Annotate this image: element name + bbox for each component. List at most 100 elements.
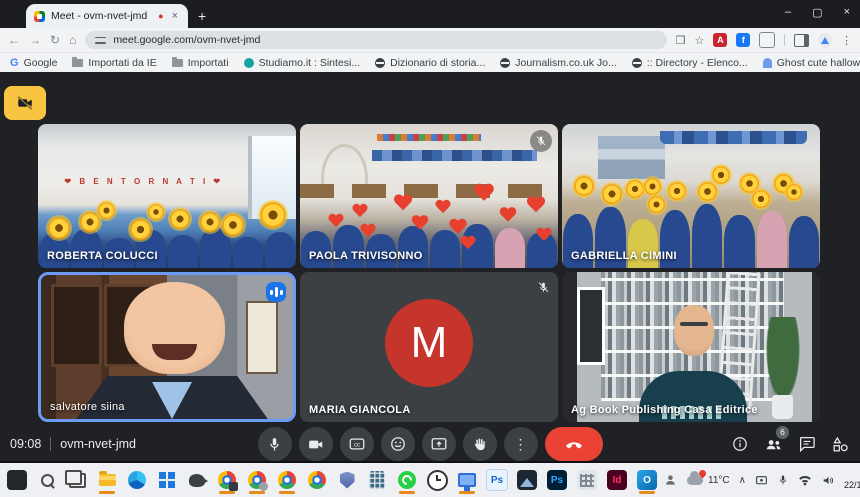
photo-app-button[interactable]	[514, 466, 540, 494]
bookmark-importati[interactable]: Importati	[172, 57, 229, 69]
info-icon	[731, 435, 749, 453]
indesign-button[interactable]: Id	[604, 466, 630, 494]
calendar-app-button[interactable]	[574, 466, 600, 494]
tray-expand-button[interactable]: ∧	[739, 475, 746, 486]
browser-tab[interactable]: Meet - ovm-nvet-jmd ● ×	[26, 4, 188, 28]
url-text[interactable]: meet.google.com/ovm-nvet-jmd	[113, 34, 260, 46]
camera-off-warning-badge[interactable]	[4, 86, 46, 120]
location-pin-icon	[698, 468, 708, 478]
people-tray-icon[interactable]	[664, 473, 678, 487]
activities-shapes-icon	[831, 435, 850, 454]
raise-hand-button[interactable]	[463, 427, 497, 461]
folder-icon	[72, 59, 83, 67]
volume-icon[interactable]	[821, 474, 835, 487]
participant-tile-maria-giancola[interactable]: M MARIA GIANCOLA	[300, 272, 558, 422]
calculator-button[interactable]	[364, 466, 390, 494]
new-tab-button[interactable]: +	[198, 8, 206, 28]
end-call-icon	[564, 434, 584, 454]
participant-tile-gabriella-cimini[interactable]: GABRIELLA CIMINI	[562, 124, 820, 268]
window-maximize-button[interactable]: ▢	[812, 6, 822, 19]
bookmark-dizionario[interactable]: Dizionario di storia...	[375, 57, 485, 69]
bookmark-ghost[interactable]: Ghost cute hallowe...	[763, 57, 860, 69]
ps-icon: Ps	[547, 470, 567, 490]
bookmark-star-icon[interactable]: ☆	[694, 34, 704, 47]
file-explorer-button[interactable]	[94, 466, 120, 494]
outlook-button[interactable]: O	[634, 466, 660, 494]
bookmark-google[interactable]: G Google	[10, 57, 57, 69]
window-minimize-button[interactable]: –	[785, 6, 791, 19]
wifi-icon[interactable]	[798, 474, 812, 486]
address-bar[interactable]: meet.google.com/ovm-nvet-jmd	[85, 31, 666, 49]
profile-avatar[interactable]	[818, 33, 832, 48]
participant-name-label: ROBERTA COLUCCI	[47, 250, 158, 262]
participant-name-label: GABRIELLA CIMINI	[571, 250, 677, 262]
meeting-details-button[interactable]	[731, 435, 749, 453]
antivirus-button[interactable]	[334, 466, 360, 494]
remote-desktop-button[interactable]	[454, 466, 480, 494]
bookmark-journalism[interactable]: Journalism.co.uk Jo...	[500, 57, 617, 69]
tab-close-icon[interactable]: ×	[170, 10, 180, 22]
search-button[interactable]	[34, 466, 60, 494]
monitor-icon	[458, 473, 476, 487]
microphone-tray-icon[interactable]	[777, 474, 789, 486]
window-close-button[interactable]: ×	[844, 6, 850, 19]
pip-icon[interactable]: ❐	[676, 34, 686, 47]
wooden-cabinet	[51, 284, 102, 368]
chrome-profile3-button[interactable]	[274, 466, 300, 494]
cast-screen-icon[interactable]	[755, 474, 768, 487]
clock-app-button[interactable]	[424, 466, 450, 494]
browser-menu-icon[interactable]: ⋮	[841, 34, 852, 47]
adobe-extension-icon[interactable]: A	[713, 33, 727, 47]
participant-tile-paola-trivisonno[interactable]: PAOLA TRIVISONNO	[300, 124, 558, 268]
bookmark-importati-da-ie[interactable]: Importati da IE	[72, 57, 156, 69]
facebook-extension-icon[interactable]: f	[736, 33, 750, 47]
extensions-icon[interactable]	[759, 32, 775, 48]
camera-button[interactable]	[299, 427, 333, 461]
side-panel-icon[interactable]	[794, 34, 808, 47]
home-button[interactable]: ⌂	[69, 33, 76, 47]
bookmark-studiamo[interactable]: Studiamo.it : Sintesi...	[244, 57, 361, 69]
bookmark-directory[interactable]: :: Directory - Elenco...	[632, 57, 748, 69]
present-screen-icon	[430, 435, 448, 453]
chrome-profile2-button[interactable]	[244, 466, 270, 494]
globe-favicon-icon	[632, 58, 642, 68]
avatar-initial: M	[385, 299, 473, 387]
reload-button[interactable]: ↻	[50, 33, 60, 47]
back-button[interactable]: ←	[8, 33, 20, 47]
present-screen-button[interactable]	[422, 427, 456, 461]
participant-tile-salvatore-siina[interactable]: salvatore siina	[38, 272, 296, 422]
edge-browser-button[interactable]	[124, 466, 150, 494]
start-button[interactable]	[154, 466, 180, 494]
photoshop-light-button[interactable]: Ps	[484, 466, 510, 494]
whatsapp-button[interactable]	[394, 466, 420, 494]
reactions-button[interactable]	[381, 427, 415, 461]
end-call-button[interactable]	[545, 427, 603, 461]
forward-button[interactable]: →	[29, 33, 41, 47]
task-view-button[interactable]	[64, 466, 90, 494]
mic-muted-icon	[532, 276, 554, 298]
activities-button[interactable]	[831, 435, 850, 454]
photoshop-button[interactable]: Ps	[544, 466, 570, 494]
participant-tile-roberta-colucci[interactable]: ❤ B E N T O R N A T I ❤ ROBERTA COLUCCI	[38, 124, 296, 268]
chat-icon	[798, 435, 816, 453]
bookmark-label: Studiamo.it : Sintesi...	[259, 57, 361, 69]
framed-certificate	[246, 301, 278, 374]
video-frame	[577, 272, 812, 422]
chrome-profile4-button[interactable]	[304, 466, 330, 494]
globe-favicon-icon	[500, 58, 510, 68]
taskbar-dark-app[interactable]	[4, 466, 30, 494]
tray-clock[interactable]: 09:08 22/11/2023	[844, 469, 860, 492]
captions-button[interactable]: cc	[340, 427, 374, 461]
participant-face	[124, 282, 225, 374]
more-options-button[interactable]: ⋮	[504, 427, 538, 461]
weather-widget[interactable]: 11°C	[687, 475, 730, 486]
captions-icon: cc	[348, 435, 366, 453]
chrome-profile1-button[interactable]	[214, 466, 240, 494]
participant-tile-ag-book-publishing[interactable]: Ag Book Publishing Casa Editrice	[562, 272, 820, 422]
participants-button[interactable]: 6	[764, 435, 783, 454]
bird-app-button[interactable]	[184, 466, 210, 494]
microphone-button[interactable]	[258, 427, 292, 461]
chat-button[interactable]	[798, 435, 816, 453]
site-settings-icon[interactable]	[95, 36, 106, 45]
bookmark-label: Google	[24, 57, 58, 69]
